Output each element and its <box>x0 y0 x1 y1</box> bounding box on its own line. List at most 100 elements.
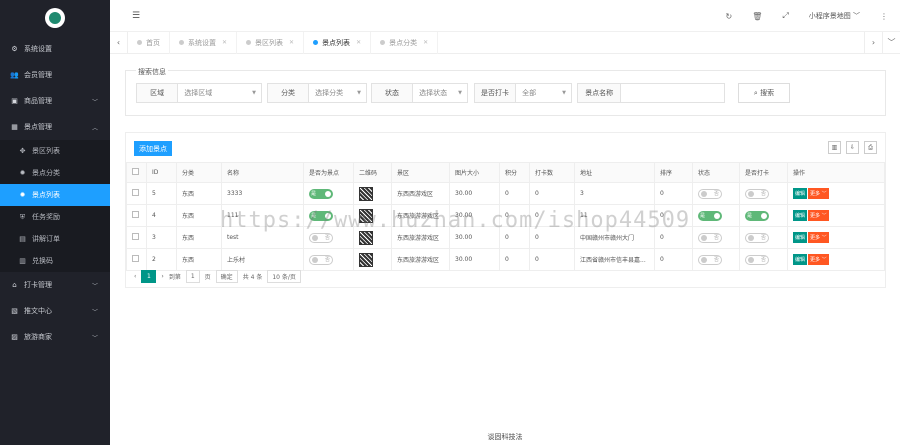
prev-page-icon[interactable]: ‹ <box>134 273 136 280</box>
next-page-icon[interactable]: › <box>161 273 163 280</box>
close-icon[interactable]: ✕ <box>222 39 227 46</box>
col-name[interactable]: 名称 <box>221 162 304 183</box>
logo[interactable] <box>0 0 110 36</box>
status-toggle[interactable]: 否 <box>698 188 722 199</box>
trash-icon[interactable]: 🗑 <box>752 12 762 21</box>
row-checkbox[interactable] <box>132 211 139 218</box>
sidebar-item-checkin[interactable]: ⌂ 打卡管理 ﹀ <box>0 272 110 298</box>
col-scenic[interactable]: 景区 <box>391 162 450 183</box>
col-size[interactable]: 图片大小 <box>449 162 500 183</box>
close-icon[interactable]: ✕ <box>356 39 361 46</box>
cell-points: 0 <box>499 182 530 205</box>
row-select-cell <box>126 248 147 271</box>
user-name: 小程序景地图 <box>808 12 851 20</box>
edit-button[interactable]: 编辑 <box>793 232 808 243</box>
col-qrcode[interactable]: 二维码 <box>353 162 392 183</box>
status-toggle[interactable]: 否 <box>698 254 722 265</box>
search-button[interactable]: ⌕ 搜索 <box>738 83 790 103</box>
category-select[interactable]: 分类 选择分类 ▼ <box>267 83 367 103</box>
tab-label: 景点分类 <box>389 38 418 47</box>
checkin-toggle[interactable]: 否 <box>745 232 769 243</box>
sidebar-item-goods[interactable]: ▣ 商品管理 ﹀ <box>0 88 110 114</box>
area-select[interactable]: 区域 选择区域 ▼ <box>136 83 262 103</box>
sidebar-item-system[interactable]: ⚙ 系统设置 <box>0 36 110 62</box>
checkin-toggle[interactable]: 否 <box>745 254 769 265</box>
menu-toggle-icon[interactable]: ☰ <box>132 11 140 21</box>
sidebar-item-redeem-code[interactable]: ▥ 兑换码 <box>0 250 110 272</box>
is-spot-toggle[interactable]: 否 <box>309 232 333 243</box>
more-vertical-icon[interactable]: ⋮ <box>880 12 888 21</box>
edit-button[interactable]: 编辑 <box>793 254 808 265</box>
col-sort[interactable]: 排序 <box>654 162 693 183</box>
status-select[interactable]: 状态 选择状态 ▼ <box>371 83 468 103</box>
page-size-select[interactable]: 10 条/页 <box>267 270 301 283</box>
tab-scenic-list[interactable]: 景区列表 ✕ <box>237 31 305 54</box>
row-checkbox[interactable] <box>132 255 139 262</box>
more-button[interactable]: 更多 ﹀ <box>808 188 829 199</box>
col-id[interactable]: ID <box>146 162 177 183</box>
more-button[interactable]: 更多 ﹀ <box>808 210 829 221</box>
more-button[interactable]: 更多 ﹀ <box>808 232 829 243</box>
col-checkins[interactable]: 打卡数 <box>529 162 575 183</box>
columns-filter-icon[interactable]: ▥ <box>828 141 841 154</box>
tab-scroll-left-icon[interactable]: ‹ <box>110 31 128 54</box>
col-points[interactable]: 积分 <box>499 162 530 183</box>
col-address[interactable]: 地址 <box>574 162 655 183</box>
sidebar-item-guide-orders[interactable]: ▤ 讲解订单 <box>0 228 110 250</box>
tab-spot-category[interactable]: 景点分类 ✕ <box>371 31 439 54</box>
page-jump-input[interactable]: 1 <box>185 270 200 283</box>
sidebar-item-label: 景区列表 <box>32 147 60 155</box>
sidebar-item-merchants[interactable]: ▨ 旅游商家 ﹀ <box>0 324 110 350</box>
more-button[interactable]: 更多 ﹀ <box>808 254 829 265</box>
close-icon[interactable]: ✕ <box>423 39 428 46</box>
col-status[interactable]: 状态 <box>692 162 740 183</box>
user-menu[interactable]: 小程序景地图 ﹀ <box>809 11 860 21</box>
status-toggle[interactable]: 否 <box>698 232 722 243</box>
edit-button[interactable]: 编辑 <box>793 210 808 221</box>
export-icon[interactable]: ⇩ <box>846 141 859 154</box>
select-all-checkbox[interactable] <box>132 168 139 175</box>
chevron-up-icon: ︿ <box>91 124 98 132</box>
close-icon[interactable]: ✕ <box>289 39 294 46</box>
page-jump-confirm-button[interactable]: 确定 <box>215 270 238 283</box>
sidebar-item-posts[interactable]: ▧ 推文中心 ﹀ <box>0 298 110 324</box>
row-select-cell <box>126 204 147 227</box>
checkin-toggle[interactable]: 是 <box>745 210 769 221</box>
is-spot-toggle[interactable]: 否 <box>309 254 333 265</box>
qrcode-image[interactable] <box>359 186 373 201</box>
tab-scroll-right-icon[interactable]: › <box>864 31 882 54</box>
is-spot-toggle[interactable]: 是 <box>309 188 333 199</box>
tab-menu-icon[interactable]: ﹀ <box>882 31 900 54</box>
qrcode-image[interactable] <box>359 252 373 267</box>
dot-icon <box>380 40 386 45</box>
sidebar-item-spot-category[interactable]: ✹ 景点分类 <box>0 162 110 184</box>
refresh-icon[interactable]: ↻ <box>726 12 733 21</box>
spot-name-field[interactable]: 景点名称 <box>577 83 725 103</box>
checkin-select[interactable]: 是否打卡 全部 ▼ <box>474 83 572 103</box>
col-actions: 操作 <box>787 162 885 183</box>
tab-spot-list[interactable]: 景点列表 ✕ <box>304 31 372 54</box>
col-checkin[interactable]: 是否打卡 <box>739 162 788 183</box>
tab-system[interactable]: 系统设置 ✕ <box>170 31 238 54</box>
sidebar-item-spots[interactable]: ▦ 景点管理 ︿ <box>0 114 110 140</box>
spot-name-input[interactable] <box>621 84 724 102</box>
tab-bar: ‹ 首页 系统设置 ✕ 景区列表 ✕ 景点列表 ✕ 景点分类 ✕ › ﹀ <box>110 31 900 54</box>
sidebar-item-spot-list[interactable]: ✹ 景点列表 <box>0 184 110 206</box>
col-category[interactable]: 分类 <box>176 162 222 183</box>
print-icon[interactable]: ⎙ <box>864 141 877 154</box>
caret-down-icon: ▼ <box>252 90 256 96</box>
tab-home[interactable]: 首页 <box>128 31 170 54</box>
row-checkbox[interactable] <box>132 233 139 240</box>
status-toggle[interactable]: 是 <box>698 210 722 221</box>
checkin-toggle[interactable]: 否 <box>745 188 769 199</box>
fullscreen-icon[interactable]: ⤢ <box>782 11 788 21</box>
col-is-spot[interactable]: 是否为景点 <box>303 162 354 183</box>
add-spot-button[interactable]: 添加景点 <box>134 141 172 156</box>
sidebar-item-task-reward[interactable]: ⛨ 任务奖励 <box>0 206 110 228</box>
field-label: 景点名称 <box>578 84 622 102</box>
edit-button[interactable]: 编辑 <box>793 188 808 199</box>
row-checkbox[interactable] <box>132 189 139 196</box>
page-current[interactable]: 1 <box>141 270 157 283</box>
sidebar-item-scenic-list[interactable]: ✥ 景区列表 <box>0 140 110 162</box>
sidebar-item-members[interactable]: 👥 会员管理 <box>0 62 110 88</box>
